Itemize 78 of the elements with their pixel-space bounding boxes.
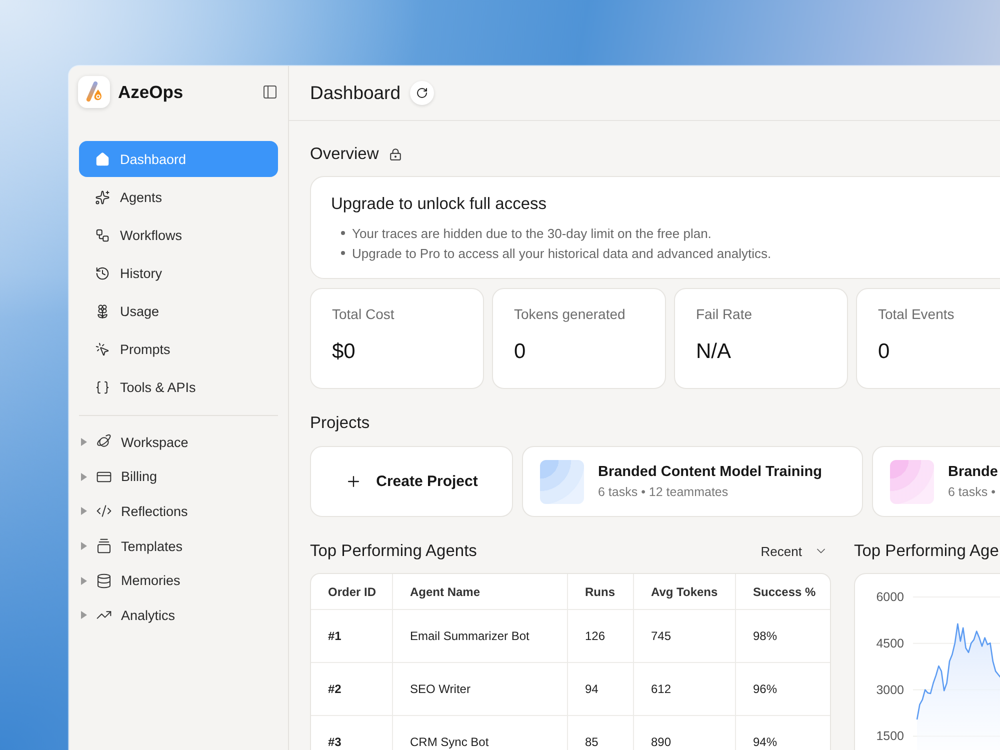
nav-item[interactable]: Memories <box>69 563 288 598</box>
table-cell: CRM Sync Bot <box>393 716 568 750</box>
bullet-text: Upgrade to Pro to access all your historical data and advanced analytics. <box>352 246 772 260</box>
table-cell: 96% <box>736 663 830 716</box>
database-icon <box>96 572 112 589</box>
nav-item[interactable]: Billing <box>69 460 288 494</box>
tray-icon <box>96 538 112 554</box>
section-title: Projects <box>310 414 370 432</box>
table-cell: SEO Writer <box>393 663 568 716</box>
bullet-icon <box>341 251 345 255</box>
table-cell: 126 <box>568 610 634 663</box>
card-title: Upgrade to unlock full access <box>331 194 548 215</box>
workflow-icon <box>95 228 110 242</box>
table-cell: #2 <box>311 663 393 716</box>
project-title: Branded Content Model Training <box>598 464 822 480</box>
bullet-icon <box>341 231 345 235</box>
nav-item[interactable]: Reflections <box>69 494 288 529</box>
project-card[interactable]: Brande 6 tasks • <box>872 446 1000 517</box>
section-title: Top Performing Age <box>854 542 999 560</box>
section-title: Top Performing Agents <box>310 542 477 560</box>
project-meta: 6 tasks • 12 teammates <box>598 485 730 499</box>
nav-item[interactable]: History <box>79 255 278 291</box>
table-cell: #3 <box>311 716 393 750</box>
project-card[interactable]: Branded Content Model Training 6 tasks • 12 teammates <box>522 446 863 517</box>
nav-item[interactable]: Tools & APIs <box>79 369 278 405</box>
stat-label: Tokens generated <box>514 305 626 323</box>
project-title: Brande <box>948 464 998 480</box>
nav-item[interactable]: Agents <box>79 179 278 215</box>
table-cell: Email Summarizer Bot <box>393 610 568 663</box>
column-header: Success % <box>736 574 830 610</box>
stat-label: Total Cost <box>332 305 396 323</box>
stat-value: $0 <box>332 339 356 365</box>
axis-label: 1500 <box>876 729 904 744</box>
table-cell: #1 <box>311 610 393 663</box>
axis-label: 3000 <box>876 682 904 697</box>
table-cell: 745 <box>634 610 736 663</box>
nav-item[interactable]: Analytics <box>69 598 288 633</box>
nav-item[interactable]: Workspace <box>69 425 288 460</box>
sparkles-icon <box>95 190 110 204</box>
panel-icon[interactable] <box>262 84 278 100</box>
nav-item[interactable]: Usage <box>79 293 278 329</box>
refresh-icon <box>416 87 428 99</box>
table-cell: 98% <box>736 610 830 663</box>
stat-value: 0 <box>878 339 891 365</box>
flower-icon <box>95 304 110 318</box>
column-header: Order ID <box>311 574 393 610</box>
stat-label: Total Events <box>878 305 956 323</box>
brand-name: AzeOps <box>118 82 184 102</box>
column-header: Avg Tokens <box>634 574 736 610</box>
stat-value: N/A <box>696 339 732 365</box>
logo-icon <box>78 76 110 108</box>
sort-dropdown[interactable]: Recent <box>760 544 831 558</box>
history-icon <box>95 266 110 280</box>
home-icon <box>95 152 110 166</box>
braces-icon <box>95 380 110 394</box>
lock-icon <box>388 148 402 160</box>
stat-label: Fail Rate <box>696 305 754 323</box>
axis-label: 6000 <box>876 590 904 604</box>
nav-item[interactable]: Templates <box>69 528 288 564</box>
pointer-click-icon <box>95 342 110 356</box>
axis-label: 4500 <box>876 636 904 650</box>
column-header: Agent Name <box>393 574 568 610</box>
bullet-text: Your traces are hidden due to the 30-day limit on the free plan. <box>352 226 712 240</box>
nav-item[interactable]: Prompts <box>79 331 278 367</box>
section-title: Overview <box>310 144 379 164</box>
table-cell: 890 <box>634 716 736 750</box>
column-header: Runs <box>568 574 634 610</box>
create-project-button[interactable]: Create Project <box>310 446 513 517</box>
table-cell: 85 <box>568 716 634 750</box>
table-cell: 612 <box>634 663 736 716</box>
page-title: Dashboard <box>310 82 401 104</box>
project-meta: 6 tasks • <box>948 485 996 499</box>
refresh-button[interactable] <box>410 81 434 105</box>
table-cell: 94 <box>568 663 634 716</box>
table-cell: 94% <box>736 716 830 750</box>
code-icon <box>96 503 112 520</box>
nav-item[interactable]: Workflows <box>79 217 278 253</box>
stat-value: 0 <box>514 339 527 365</box>
